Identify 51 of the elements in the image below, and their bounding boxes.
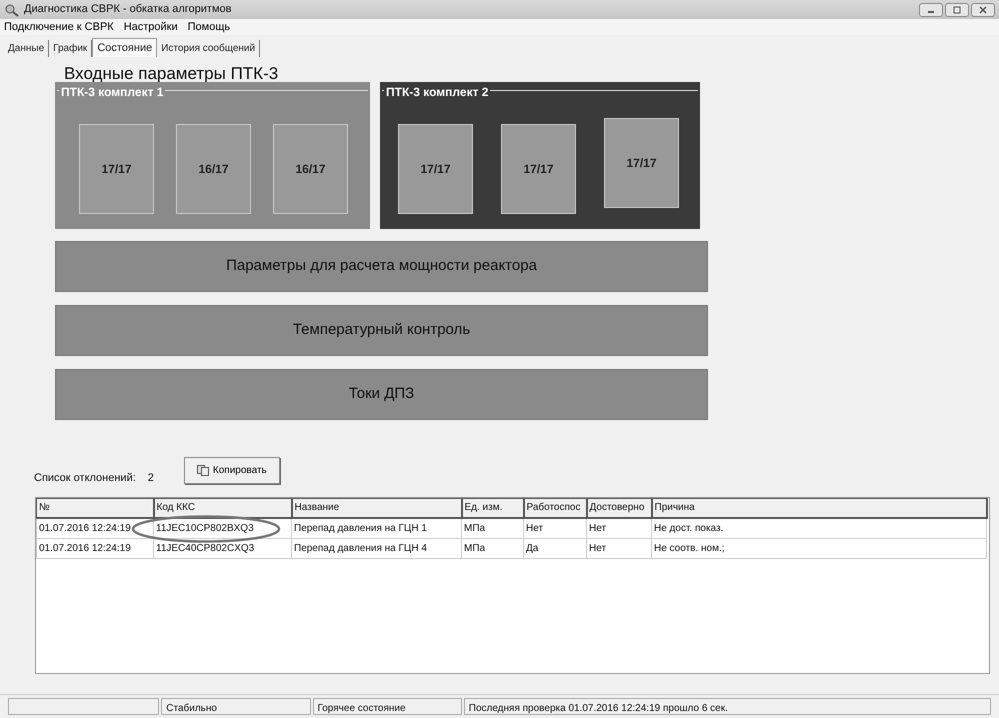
status-tile: 17/17 xyxy=(79,124,154,214)
tab[interactable]: Состояние xyxy=(92,38,158,57)
table-cell: МПа xyxy=(462,518,524,538)
column-header[interactable]: № xyxy=(36,498,154,518)
table-cell: 01.07.2016 12:24:19 xyxy=(36,518,154,538)
table-cell: 01.07.2016 12:24:19 xyxy=(36,538,154,558)
table-cell: МПа xyxy=(462,538,524,558)
column-header[interactable]: Ед. изм. xyxy=(462,498,524,518)
status-text: Горячее состояние xyxy=(312,698,462,715)
status-text: Последняя проверка 01.07.2016 12:24:19 прошло 6 сек. xyxy=(464,698,991,715)
status-tile: 16/17 xyxy=(176,124,251,214)
status-tile: 17/17 xyxy=(501,124,576,214)
status-tile: 16/17 xyxy=(273,124,348,214)
column-header[interactable]: Работоспос xyxy=(524,498,586,518)
table-cell: Перепад давления на ГЦН 1 xyxy=(292,518,462,538)
menu-item[interactable]: Помощь xyxy=(188,18,230,36)
table-cell: Да xyxy=(524,538,586,558)
table-cell: Нет xyxy=(586,538,652,558)
deviation-label: Список отклонений: xyxy=(34,471,136,486)
table-cell: 11JEC10CP802BXQ3 xyxy=(154,518,292,538)
section-bar[interactable]: Токи ДПЗ xyxy=(55,369,708,420)
table-cell: Не дост. показ. xyxy=(652,518,986,538)
menu-item[interactable]: Подключение к СВРК xyxy=(4,18,114,36)
column-header[interactable]: Причина xyxy=(652,498,986,518)
copy-icon xyxy=(196,464,209,476)
status-text: Стабильно xyxy=(161,698,310,715)
close-icon xyxy=(978,6,988,14)
status-tile: 17/17 xyxy=(398,124,473,214)
section-heading: Входные параметры ПТК-3 xyxy=(64,65,280,82)
deviation-count: 2 xyxy=(148,471,154,486)
tab[interactable]: Данные xyxy=(4,40,50,57)
column-header[interactable]: Название xyxy=(292,498,462,518)
section-bar[interactable]: Параметры для расчета мощности реактора xyxy=(55,241,708,292)
window-title: Диагностика СВРК - обкатка алгоритмов xyxy=(24,2,232,18)
table-cell: Не соотв. ном.; xyxy=(652,538,986,558)
copy-button[interactable]: Копировать xyxy=(184,456,280,484)
maximize-button[interactable] xyxy=(945,2,969,16)
app-icon xyxy=(4,2,20,16)
section-bar[interactable]: Температурный контроль xyxy=(55,305,708,356)
table-cell: Нет xyxy=(586,518,652,538)
table-cell: Перепад давления на ГЦН 4 xyxy=(292,538,462,558)
maximize-icon xyxy=(952,6,962,14)
column-header[interactable]: Код ККС xyxy=(154,498,292,518)
table-cell: Нет xyxy=(524,518,586,538)
table-cell: 11JEC40CP802CXQ3 xyxy=(154,538,292,558)
menu-item[interactable]: Настройки xyxy=(124,18,178,36)
status-tile: 17/17 xyxy=(604,118,679,208)
minimize-button[interactable] xyxy=(919,2,943,16)
column-header[interactable]: Достоверно xyxy=(586,498,652,518)
tab[interactable]: История сообщений xyxy=(157,40,260,57)
close-button[interactable] xyxy=(971,2,995,16)
